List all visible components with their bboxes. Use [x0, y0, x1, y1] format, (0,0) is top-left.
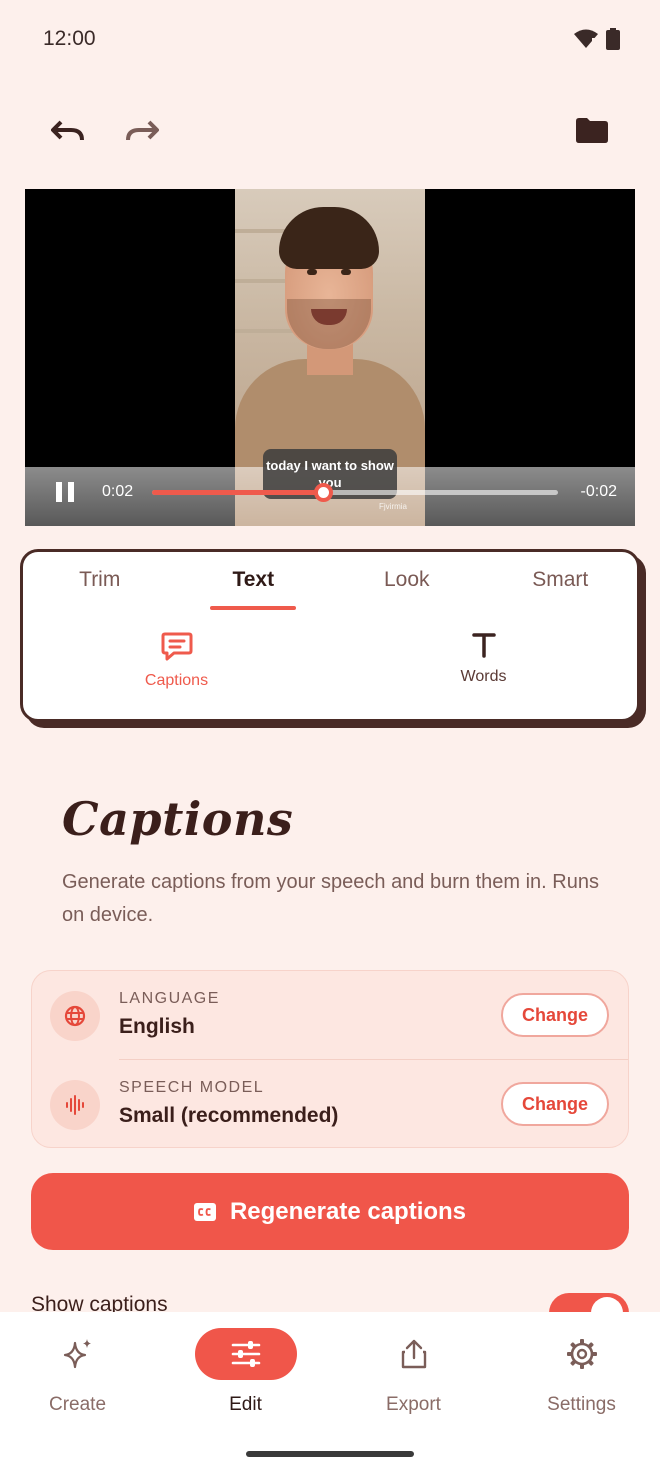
regenerate-captions-label: Regenerate captions [229, 1197, 467, 1225]
editor-tool-card: Trim Text Look Smart Captions Words [20, 549, 640, 722]
wifi-icon [574, 29, 598, 49]
pause-button[interactable] [56, 482, 76, 502]
words-tool-label: Words [460, 668, 507, 685]
watermark: Fjvirmia [379, 502, 407, 511]
elapsed-time: 0:02 [102, 483, 134, 500]
text-subtools: Captions Words [23, 632, 637, 690]
words-tool-button[interactable]: Words [330, 632, 637, 690]
folder-icon [576, 118, 608, 143]
speech-model-label: SPEECH MODEL [119, 1079, 265, 1096]
nav-edit-label: Edit [229, 1394, 262, 1415]
sliders-icon [231, 1341, 260, 1367]
tab-trim[interactable]: Trim [23, 568, 177, 608]
language-label: LANGUAGE [119, 990, 220, 1007]
captions-tool-button[interactable]: Captions [23, 632, 330, 690]
video-player[interactable]: today I want to show you 0:02 -0:02 Fjvi… [25, 189, 635, 526]
language-row: LANGUAGE English Change [32, 971, 628, 1060]
status-icons [574, 28, 620, 50]
speech-model-row: SPEECH MODEL Small (recommended) Change [32, 1060, 628, 1148]
tab-look[interactable]: Look [330, 568, 484, 608]
change-speech-model-button[interactable]: Change [501, 1082, 609, 1126]
nav-export[interactable]: Export [331, 1328, 496, 1416]
section-description: Generate captions from your speech and b… [62, 871, 599, 926]
regenerate-captions-button[interactable]: Regenerate captions [31, 1173, 629, 1250]
share-icon [401, 1339, 426, 1369]
sparkle-icon [63, 1339, 91, 1369]
captions-tool-label: Captions [144, 672, 209, 689]
waveform-icon [50, 1080, 100, 1130]
cc-icon [193, 1202, 216, 1221]
captions-bubble-icon [161, 632, 192, 661]
page-title: Captions [62, 792, 294, 846]
battery-icon [606, 28, 620, 50]
seek-bar[interactable] [152, 483, 558, 502]
undo-icon [51, 120, 84, 141]
language-value: English [119, 1015, 195, 1038]
tab-text[interactable]: Text [177, 568, 331, 610]
open-project-button[interactable] [568, 106, 616, 154]
tab-smart[interactable]: Smart [484, 568, 638, 608]
redo-button[interactable] [118, 106, 166, 154]
undo-button[interactable] [44, 106, 92, 154]
nav-create-label: Create [48, 1394, 107, 1415]
home-indicator [246, 1451, 414, 1457]
redo-icon [126, 120, 159, 141]
seek-progress [152, 490, 323, 495]
nav-settings-label: Settings [547, 1394, 616, 1415]
change-language-button[interactable]: Change [501, 993, 609, 1037]
gear-icon [566, 1339, 597, 1369]
globe-icon [50, 991, 100, 1041]
nav-settings[interactable]: Settings [499, 1328, 660, 1416]
text-t-icon [471, 633, 496, 658]
nav-export-label: Export [386, 1394, 441, 1415]
remaining-time: -0:02 [580, 483, 617, 500]
nav-create[interactable]: Create [0, 1328, 160, 1416]
nav-edit[interactable]: Edit [163, 1328, 328, 1416]
bottom-navigation: Create Edit Export Settings [0, 1312, 660, 1473]
seek-thumb[interactable] [313, 483, 333, 502]
caption-settings-card: LANGUAGE English Change SPEECH MODEL Sma… [31, 970, 629, 1148]
status-time: 12:00 [43, 27, 96, 50]
editor-tabs: Trim Text Look Smart [23, 568, 638, 610]
speech-model-value: Small (recommended) [119, 1104, 339, 1127]
